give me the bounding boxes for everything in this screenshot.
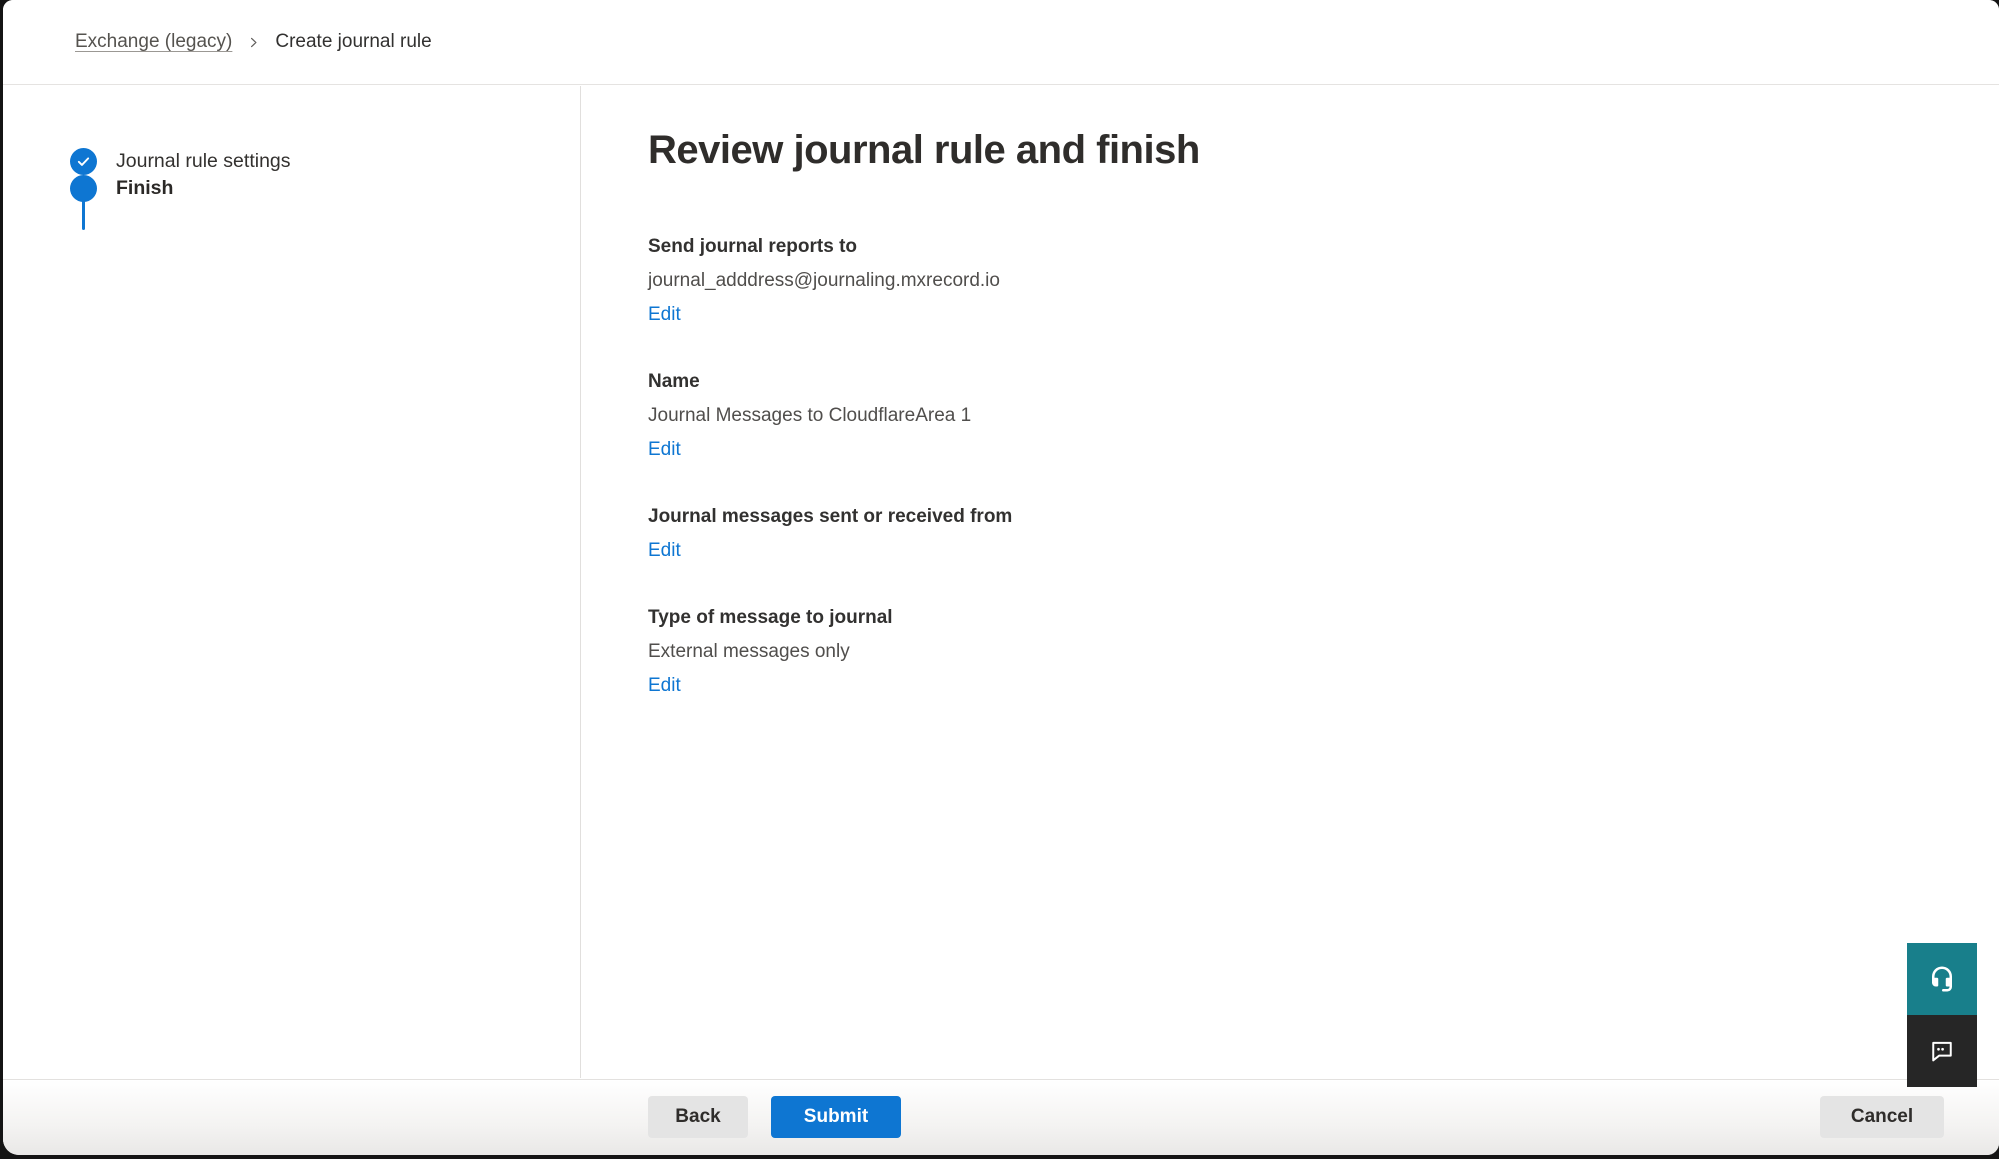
top-header: Exchange (legacy) Create journal rule (3, 0, 1999, 85)
section-value: Journal Messages to CloudflareArea 1 (648, 403, 1939, 429)
support-button-stack (1907, 943, 1977, 1087)
feedback-button[interactable] (1907, 1015, 1977, 1087)
wizard-steps: Journal rule settings Finish (3, 86, 580, 202)
wizard-step-label: Finish (116, 177, 173, 200)
review-section-send-journal-reports-to: Send journal reports to journal_adddress… (648, 234, 1939, 328)
back-button[interactable]: Back (648, 1096, 748, 1138)
review-section-journal-messages-scope: Journal messages sent or received from E… (648, 504, 1939, 564)
app-window: Exchange (legacy) Create journal rule Jo… (3, 0, 1999, 1155)
section-label: Journal messages sent or received from (648, 504, 1939, 530)
edit-send-journal-reports-link[interactable]: Edit (648, 302, 681, 328)
section-value: External messages only (648, 639, 1939, 665)
section-label: Name (648, 369, 1939, 395)
support-button[interactable] (1907, 943, 1977, 1015)
wizard-step-label: Journal rule settings (116, 150, 291, 173)
wizard-panel: Journal rule settings Finish (3, 86, 581, 1078)
breadcrumb-create-journal-rule: Create journal rule (275, 31, 431, 53)
step-connector-line (82, 187, 85, 230)
headset-icon (1927, 964, 1957, 994)
review-pane: Review journal rule and finish Send jour… (582, 86, 1999, 1078)
section-label: Type of message to journal (648, 605, 1939, 631)
section-label: Send journal reports to (648, 234, 1939, 260)
review-section-message-type: Type of message to journal External mess… (648, 605, 1939, 699)
footer-action-bar: Back Submit Cancel (3, 1079, 1999, 1155)
cancel-button[interactable]: Cancel (1820, 1096, 1944, 1138)
step-completed-check-icon (70, 148, 97, 175)
section-value: journal_adddress@journaling.mxrecord.io (648, 268, 1939, 294)
breadcrumb: Exchange (legacy) Create journal rule (75, 31, 432, 53)
review-section-name: Name Journal Messages to CloudflareArea … (648, 369, 1939, 463)
submit-button[interactable]: Submit (771, 1096, 901, 1138)
edit-name-link[interactable]: Edit (648, 437, 681, 463)
breadcrumb-exchange-legacy[interactable]: Exchange (legacy) (75, 31, 232, 53)
edit-journal-messages-scope-link[interactable]: Edit (648, 538, 681, 564)
chat-feedback-icon (1928, 1037, 1956, 1065)
chevron-right-icon (247, 36, 260, 49)
wizard-step-finish[interactable]: Finish (70, 175, 580, 202)
page-title: Review journal rule and finish (648, 126, 1939, 174)
wizard-step-journal-rule-settings[interactable]: Journal rule settings (70, 148, 580, 175)
edit-message-type-link[interactable]: Edit (648, 673, 681, 699)
